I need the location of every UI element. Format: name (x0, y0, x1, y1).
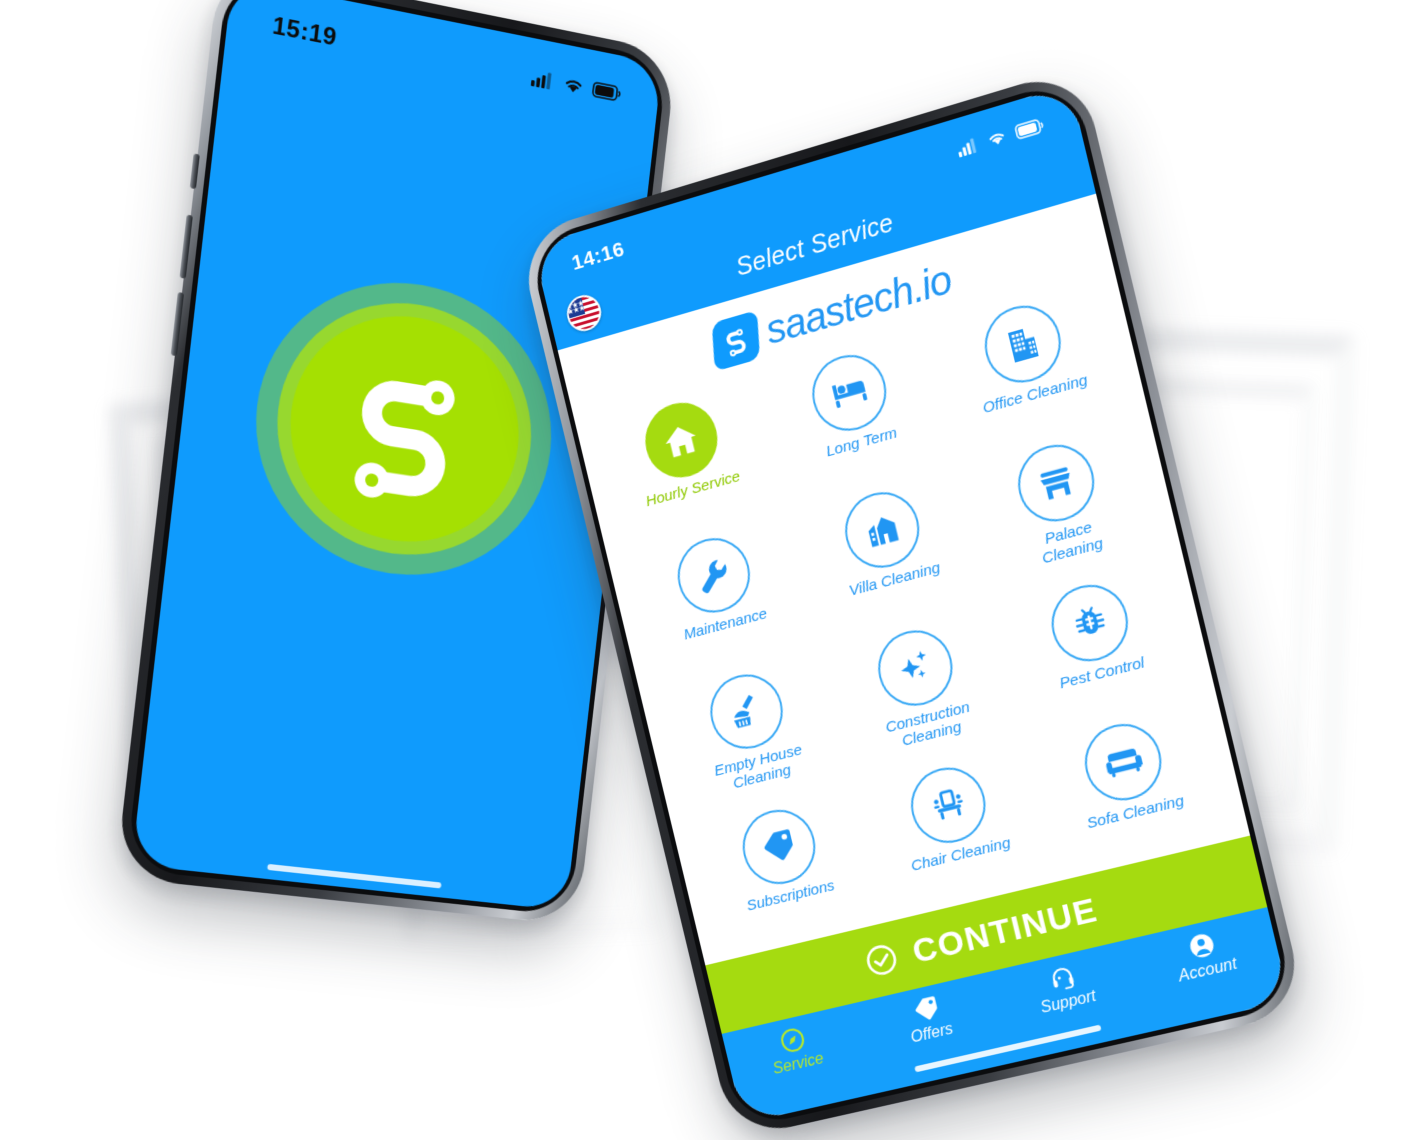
chair-icon[interactable] (903, 759, 994, 851)
villa-icon[interactable] (838, 483, 928, 577)
cellular-signal-icon (530, 72, 552, 90)
phone-right-app: 14:16 ★★★ ★★★ Select Service saastech.io… (516, 66, 1308, 1140)
wifi-icon (562, 75, 585, 93)
status-time: 14:16 (569, 237, 627, 275)
service-label: Villa Cleaning (847, 559, 943, 600)
person-icon (1187, 932, 1216, 960)
service-label: Sofa Cleaning (1085, 791, 1186, 833)
battery-icon (592, 81, 622, 102)
tab-label: Support (1039, 987, 1098, 1017)
saastech-s-node-logo (711, 310, 760, 372)
headset-icon (1046, 962, 1079, 994)
us-flag-icon[interactable]: ★★★ ★★★ (563, 291, 605, 336)
saastech-s-node-logo (324, 342, 488, 514)
status-time: 15:19 (271, 12, 339, 52)
broom-icon[interactable] (702, 666, 791, 757)
compass-icon (777, 1024, 808, 1056)
tab-label: Account (1176, 955, 1239, 986)
cellular-signal-icon (958, 138, 977, 158)
tag-icon[interactable] (735, 801, 823, 892)
office-building-icon[interactable] (977, 296, 1069, 392)
service-label: Palace Cleaning (1040, 519, 1105, 568)
service-label: Maintenance (682, 605, 769, 644)
service-label: Empty House Cleaning (712, 740, 804, 793)
battery-icon (1014, 117, 1045, 140)
palace-icon[interactable] (1010, 436, 1103, 531)
service-label: Long Term (824, 424, 899, 461)
wrench-icon[interactable] (670, 530, 758, 621)
check-circle-icon (862, 940, 902, 980)
house-icon[interactable] (637, 394, 725, 486)
sparkles-icon[interactable] (870, 621, 961, 714)
service-label: Pest Control (1057, 653, 1147, 692)
tag-icon (913, 996, 940, 1023)
wifi-icon (985, 128, 1008, 145)
tab-label: Service (771, 1050, 826, 1078)
app-screen: 14:16 ★★★ ★★★ Select Service saastech.io… (532, 84, 1290, 1124)
sofa-icon[interactable] (1077, 715, 1170, 808)
service-label: Subscriptions (744, 876, 837, 915)
bed-icon[interactable] (805, 346, 895, 440)
splash-logo (240, 259, 567, 594)
status-icons (530, 68, 622, 103)
mockup-stage: 15:19 14:16 ★★★ ★★★ Select Service saast… (0, 0, 1411, 1140)
service-label: Construction Cleaning (883, 698, 972, 750)
bug-icon[interactable] (1043, 575, 1136, 669)
